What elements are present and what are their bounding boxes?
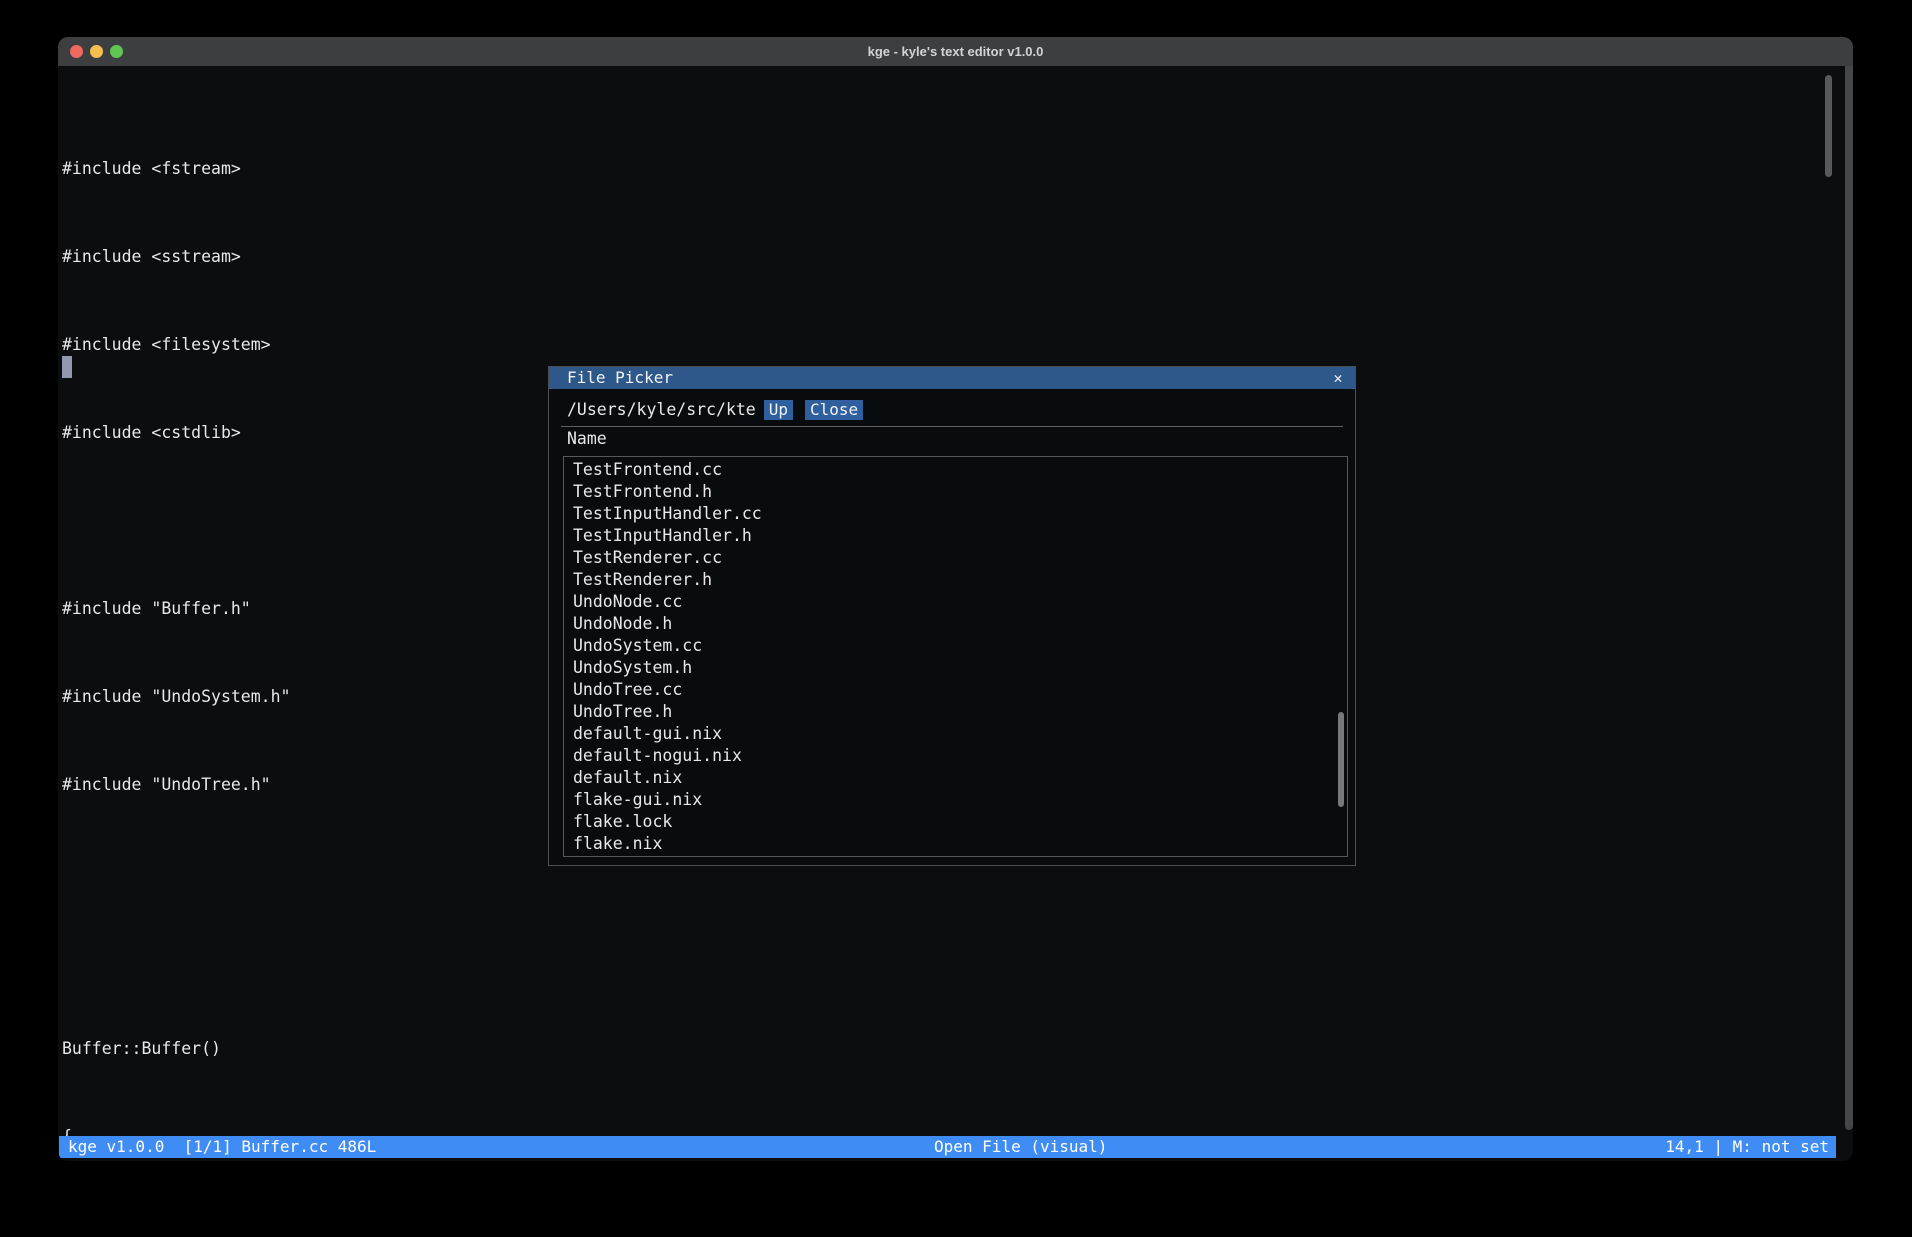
editor-scrollbar-thumb[interactable] [1825,75,1832,177]
dialog-close-icon[interactable]: ✕ [1330,367,1346,389]
file-list-item[interactable]: flake.nix [573,833,1333,855]
window-title: kge - kyle's text editor v1.0.0 [58,37,1853,66]
file-list-item[interactable]: UndoNode.h [573,613,1333,635]
status-mode: Open File (visual) [934,1136,1107,1158]
file-list-item[interactable]: UndoSystem.cc [573,635,1333,657]
file-list-item[interactable]: UndoTree.cc [573,679,1333,701]
file-list-item[interactable]: flake.lock [573,811,1333,833]
editor-window: kge - kyle's text editor v1.0.0 #include… [58,37,1853,1161]
status-cursor-position: 14,1 | M: not set [1665,1136,1829,1158]
file-list-item[interactable]: flake-gui.nix [573,789,1333,811]
file-list-item[interactable]: TestRenderer.cc [573,547,1333,569]
file-list-item[interactable]: default-gui.nix [573,723,1333,745]
dialog-titlebar[interactable]: File Picker ✕ [549,367,1355,389]
file-list-item[interactable]: TestRenderer.h [573,569,1333,591]
file-list-items: TestFrontend.cc TestFrontend.h TestInput… [573,459,1333,855]
file-list-item[interactable]: UndoTree.h [573,701,1333,723]
dialog-path-row: /Users/kyle/src/kte Up Close [567,399,863,420]
dialog-title: File Picker [567,367,673,389]
current-path: /Users/kyle/src/kte [567,400,756,419]
dialog-divider [561,426,1343,427]
file-list[interactable]: TestFrontend.cc TestFrontend.h TestInput… [563,456,1348,857]
window-scrollbar-track[interactable] [1845,66,1853,1130]
file-picker-dialog: File Picker ✕ /Users/kyle/src/kte Up Clo… [548,366,1356,866]
window-titlebar[interactable]: kge - kyle's text editor v1.0.0 [58,37,1853,66]
file-list-item[interactable]: UndoNode.cc [573,591,1333,613]
file-list-item[interactable]: UndoSystem.h [573,657,1333,679]
file-list-scrollbar-thumb[interactable] [1338,712,1344,807]
close-button[interactable]: Close [805,400,863,420]
code-line: #include <fstream> [62,158,1823,180]
file-list-item[interactable]: TestInputHandler.cc [573,503,1333,525]
column-header-name: Name [567,428,607,450]
status-file-info: kge v1.0.0 [1/1] Buffer.cc 486L [68,1136,376,1158]
up-button[interactable]: Up [764,400,793,420]
file-list-item[interactable]: TestInputHandler.h [573,525,1333,547]
file-list-item[interactable]: default.nix [573,767,1333,789]
file-list-item[interactable]: default-nogui.nix [573,745,1333,767]
code-line: #include <filesystem> [62,334,1823,356]
code-line [62,950,1823,972]
status-bar: kge v1.0.0 [1/1] Buffer.cc 486L Open Fil… [59,1136,1836,1158]
file-list-item[interactable]: TestFrontend.cc [573,459,1333,481]
code-line: #include <sstream> [62,246,1823,268]
code-line: Buffer::Buffer() [62,1038,1823,1060]
file-list-item[interactable]: TestFrontend.h [573,481,1333,503]
